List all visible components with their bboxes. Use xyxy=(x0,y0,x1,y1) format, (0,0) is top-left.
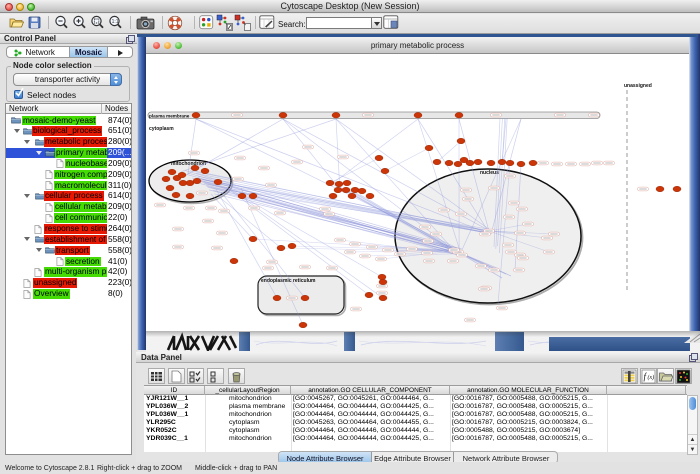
svg-text:plasma membrane: plasma membrane xyxy=(149,113,190,118)
svg-text:1:1: 1:1 xyxy=(112,19,119,25)
svg-text:(x): (x) xyxy=(648,374,655,381)
svg-text:cytoplasm: cytoplasm xyxy=(149,126,174,132)
svg-text:unassigned: unassigned xyxy=(624,83,652,89)
svg-text:endoplasmic reticulum: endoplasmic reticulum xyxy=(261,278,316,284)
svg-text:nucleus: nucleus xyxy=(480,170,499,176)
svg-text:mitochondrion: mitochondrion xyxy=(171,161,206,167)
